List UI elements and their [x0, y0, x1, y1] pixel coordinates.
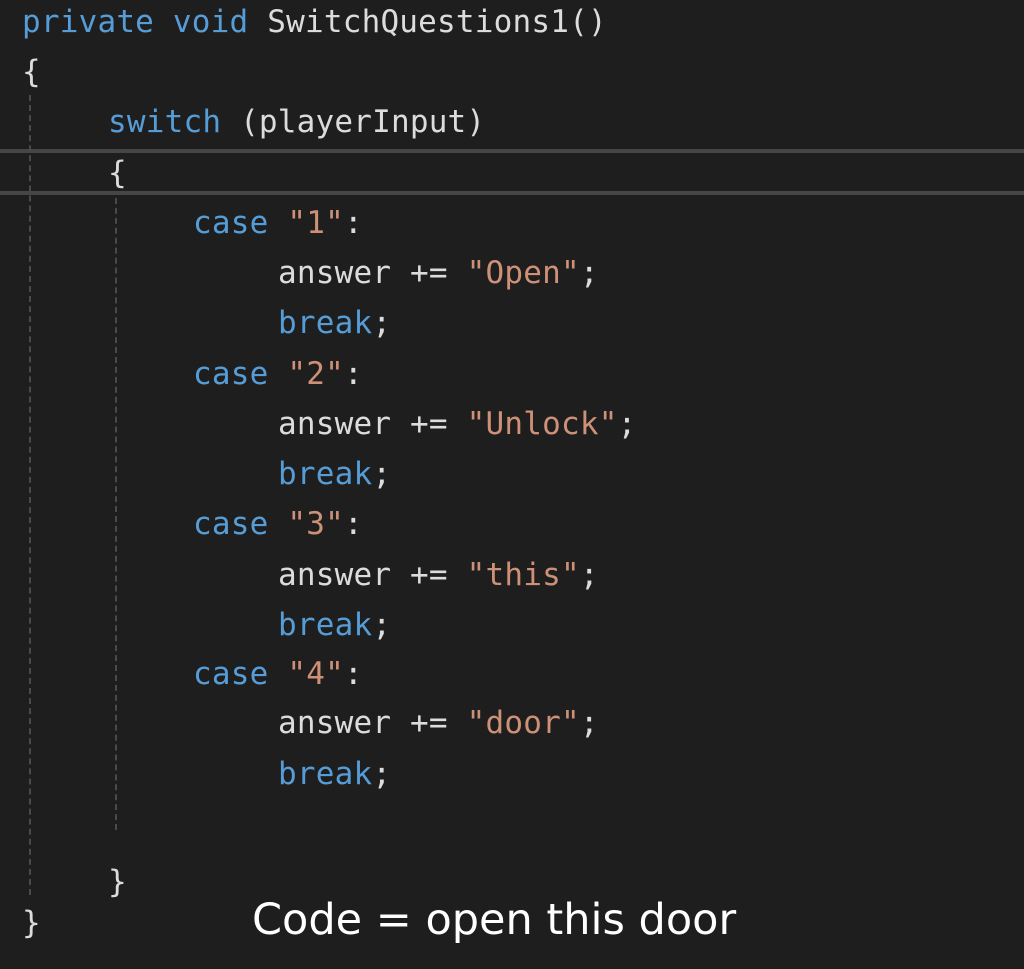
statement-semicolon: ; [372, 607, 392, 643]
answer-assignment: answer += [278, 557, 448, 593]
answer-assignment: answer += [278, 406, 448, 442]
caption-text: Code = open this door [252, 895, 737, 945]
answer-value: "Unlock" [466, 406, 618, 442]
code-editor[interactable]: private void SwitchQuestions1() { switch… [0, 0, 1024, 969]
code-line-case-3[interactable]: case "3": [22, 499, 363, 549]
code-line-open-brace[interactable]: { [22, 47, 41, 97]
code-line-case-2[interactable]: case "2": [22, 349, 363, 399]
case-label: "1" [287, 205, 344, 241]
switch-expression: (playerInput) [240, 104, 486, 140]
keyword-void: void [172, 4, 249, 40]
code-line-break-3[interactable]: break; [22, 600, 391, 650]
code-line-break-2[interactable]: break; [22, 449, 391, 499]
keyword-case: case [193, 356, 269, 392]
keyword-case: case [193, 506, 269, 542]
code-line-switch-open-brace[interactable]: { [22, 148, 127, 198]
case-colon: : [343, 656, 363, 692]
statement-semicolon: ; [579, 557, 599, 593]
code-line-answer-4[interactable]: answer += "door"; [22, 698, 599, 748]
code-line-case-1[interactable]: case "1": [22, 198, 363, 248]
method-open-brace: { [22, 54, 41, 90]
code-line-signature[interactable]: private void SwitchQuestions1() [22, 0, 607, 47]
answer-value: "door" [466, 705, 580, 741]
code-line-case-4[interactable]: case "4": [22, 649, 363, 699]
keyword-private: private [22, 4, 155, 40]
code-line-answer-1[interactable]: answer += "Open"; [22, 248, 599, 298]
keyword-break: break [278, 756, 373, 792]
code-line-answer-2[interactable]: answer += "Unlock"; [22, 399, 636, 449]
case-label: "3" [287, 506, 344, 542]
keyword-case: case [193, 205, 269, 241]
case-label: "2" [287, 356, 344, 392]
answer-assignment: answer += [278, 255, 448, 291]
statement-semicolon: ; [579, 255, 599, 291]
case-colon: : [343, 356, 363, 392]
answer-assignment: answer += [278, 705, 448, 741]
case-label: "4" [287, 656, 344, 692]
statement-semicolon: ; [579, 705, 599, 741]
keyword-break: break [278, 607, 373, 643]
keyword-break: break [278, 456, 373, 492]
case-colon: : [343, 506, 363, 542]
keyword-switch: switch [108, 104, 222, 140]
statement-semicolon: ; [372, 456, 392, 492]
switch-close-brace: } [108, 864, 127, 900]
current-line-highlight [0, 149, 1024, 195]
switch-open-brace: { [108, 155, 127, 191]
code-line-switch[interactable]: switch (playerInput) [22, 97, 485, 147]
statement-semicolon: ; [617, 406, 637, 442]
method-close-brace: } [22, 905, 41, 941]
statement-semicolon: ; [372, 305, 392, 341]
keyword-break: break [278, 305, 373, 341]
code-line-break-1[interactable]: break; [22, 298, 391, 348]
answer-value: "Open" [466, 255, 580, 291]
answer-value: "this" [466, 557, 580, 593]
case-colon: : [343, 205, 363, 241]
code-line-break-4[interactable]: break; [22, 749, 391, 799]
code-line-close-brace[interactable]: } [22, 898, 41, 948]
code-line-answer-3[interactable]: answer += "this"; [22, 550, 599, 600]
method-name: SwitchQuestions1() [267, 4, 607, 40]
keyword-case: case [193, 656, 269, 692]
statement-semicolon: ; [372, 756, 392, 792]
